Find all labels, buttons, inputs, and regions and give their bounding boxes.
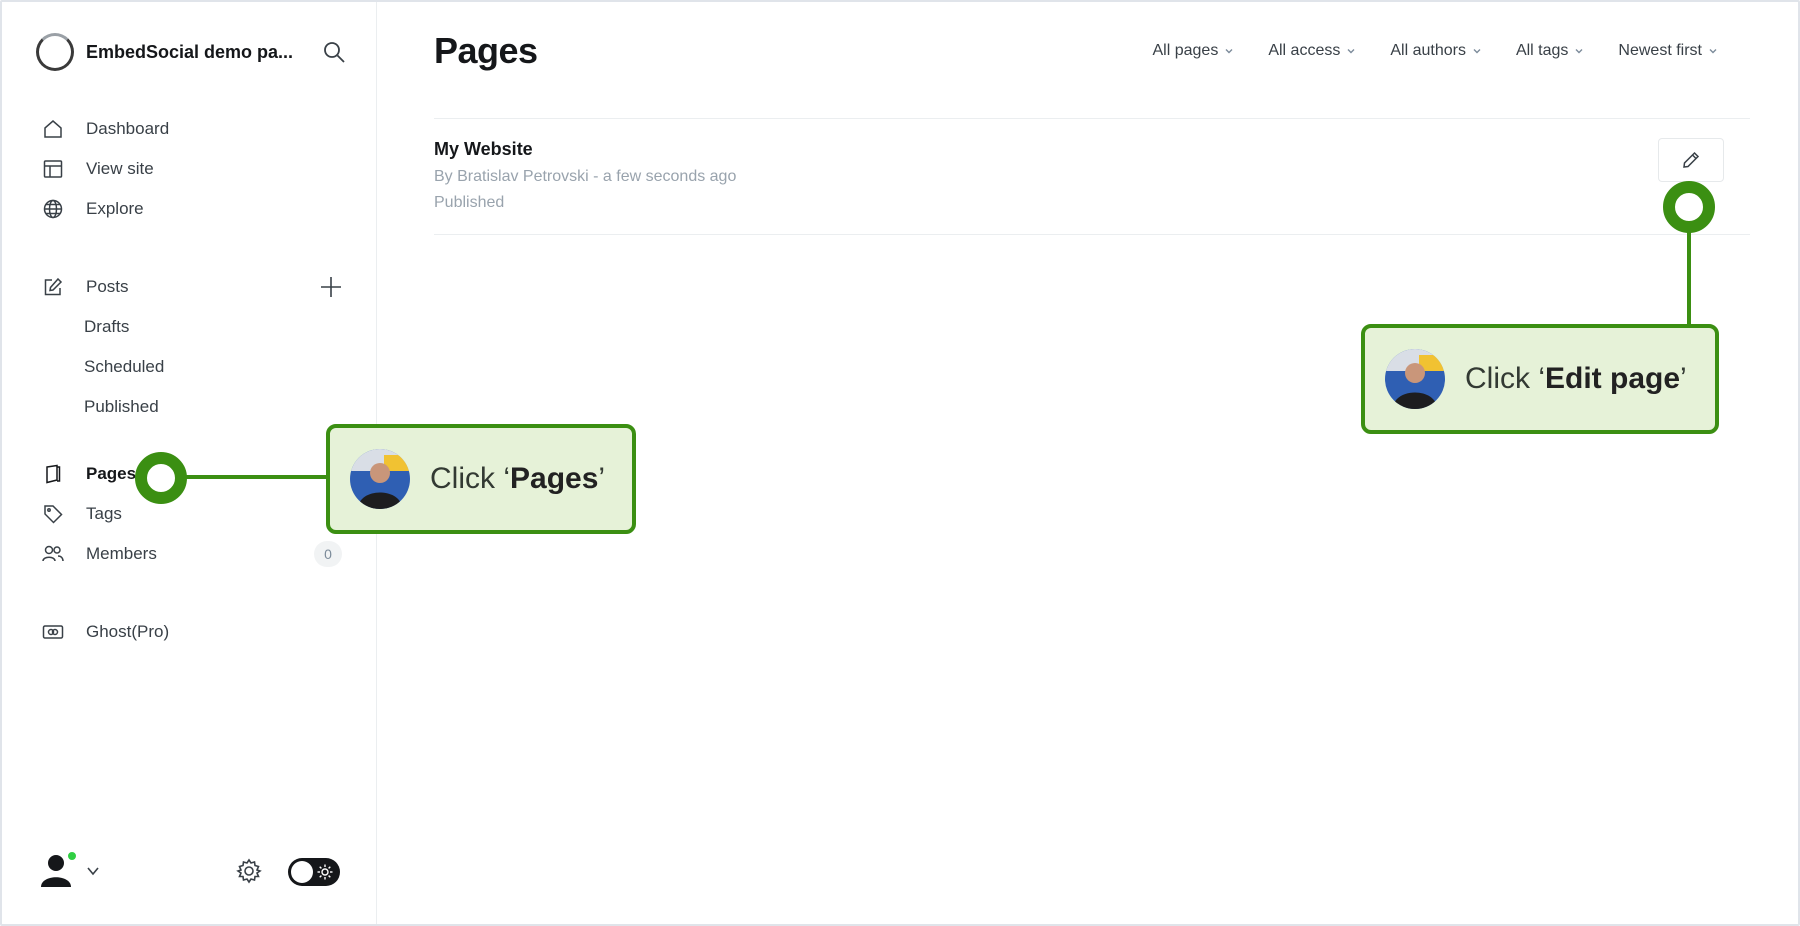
filter-label: All access [1268,42,1341,59]
chevron-down-icon [1575,49,1583,54]
chevron-down-icon [1347,49,1355,54]
sidebar-item-drafts[interactable]: Drafts [42,307,342,347]
nav-ghost-pro: Ghost(Pro) [42,612,342,652]
sidebar-item-label: Posts [86,277,129,296]
sidebar-footer [38,848,342,894]
online-status-dot [66,850,78,862]
page-icon [42,463,64,485]
globe-icon [42,198,64,220]
app-window: EmbedSocial demo pa... Dashboard View si… [0,0,1800,926]
guide-avatar [350,449,410,509]
filter-authors-select[interactable]: All authors [1390,42,1482,60]
filter-label: All authors [1390,42,1466,59]
members-count-badge: 0 [314,541,342,567]
tag-icon [42,503,64,525]
gear-icon[interactable] [236,858,262,884]
page-title-link[interactable]: My Website [434,139,533,160]
sort-order-select[interactable]: Newest first [1618,42,1718,60]
theme-toggle[interactable] [288,858,340,886]
page-title: Pages [434,30,538,71]
search-icon[interactable] [322,40,346,64]
toggle-knob [291,861,313,883]
pages-list: My Website By Bratislav Petrovski - a fe… [434,118,1750,235]
sidebar-item-label: Tags [86,504,122,523]
sidebar-item-label: Ghost(Pro) [86,622,170,641]
sidebar-item-label: Pages [86,464,137,483]
sidebar-item-tags[interactable]: Tags [42,494,342,534]
chevron-down-icon [1709,49,1717,54]
sidebar-item-posts[interactable]: Posts [42,267,342,307]
edit-icon [42,276,64,298]
sidebar-item-members[interactable]: Members 0 [42,534,342,574]
edit-page-button[interactable] [1658,138,1724,182]
sidebar-item-dashboard[interactable]: Dashboard [42,109,342,149]
sidebar-item-label: Members [86,544,157,563]
click-marker [135,452,187,504]
callout-text: Click ‘Edit page’ [1465,362,1687,395]
sidebar-item-pages[interactable]: Pages [42,454,342,494]
sidebar-item-scheduled[interactable]: Scheduled [42,347,342,387]
ghost-pro-icon [42,621,64,643]
filter-label: All pages [1152,42,1219,59]
members-icon [42,543,64,565]
filter-bar: All pages All access All authors All tag… [1153,42,1719,60]
filter-tags-select[interactable]: All tags [1516,42,1584,60]
add-post-icon[interactable] [320,276,342,298]
sun-icon [317,864,333,880]
chevron-down-icon [1225,49,1233,54]
site-name[interactable]: EmbedSocial demo pa... [86,42,298,63]
chevron-down-icon[interactable] [86,864,100,878]
sidebar: EmbedSocial demo pa... Dashboard View si… [2,2,377,924]
status-badge: Published [434,194,505,211]
sidebar-item-label: Published [84,397,159,416]
chevron-down-icon [1473,49,1481,54]
callout-pages: Click ‘Pages’ [326,424,636,534]
sidebar-item-label: Dashboard [86,119,170,138]
pencil-icon [1683,151,1700,168]
nav-secondary: Pages Tags Members 0 [42,454,342,574]
sidebar-item-explore[interactable]: Explore [42,189,342,229]
filter-label: All tags [1515,42,1569,59]
sidebar-item-label: Drafts [84,317,130,336]
sidebar-item-ghost-pro[interactable]: Ghost(Pro) [42,612,342,652]
callout-edit-page: Click ‘Edit page’ [1361,324,1719,434]
nav-posts: Posts Drafts Scheduled Published [42,267,342,427]
callout-connector [1687,230,1691,326]
home-icon [42,118,64,140]
site-header[interactable]: EmbedSocial demo pa... [36,32,346,72]
sidebar-item-published[interactable]: Published [42,387,342,427]
site-logo [36,33,74,71]
sidebar-item-label: Scheduled [84,357,165,376]
sidebar-item-label: Explore [86,199,144,218]
guide-avatar [1385,349,1445,409]
layout-icon [42,158,64,180]
sidebar-item-label: View site [86,159,154,178]
filter-label: Newest first [1618,42,1702,59]
filter-type-select[interactable]: All pages [1153,42,1235,60]
nav-primary: Dashboard View site Explore [42,109,342,229]
page-meta: By Bratislav Petrovski - a few seconds a… [434,168,737,185]
callout-text: Click ‘Pages’ [430,462,606,495]
click-marker [1663,181,1715,233]
filter-access-select[interactable]: All access [1268,42,1356,60]
sidebar-item-view-site[interactable]: View site [42,149,342,189]
